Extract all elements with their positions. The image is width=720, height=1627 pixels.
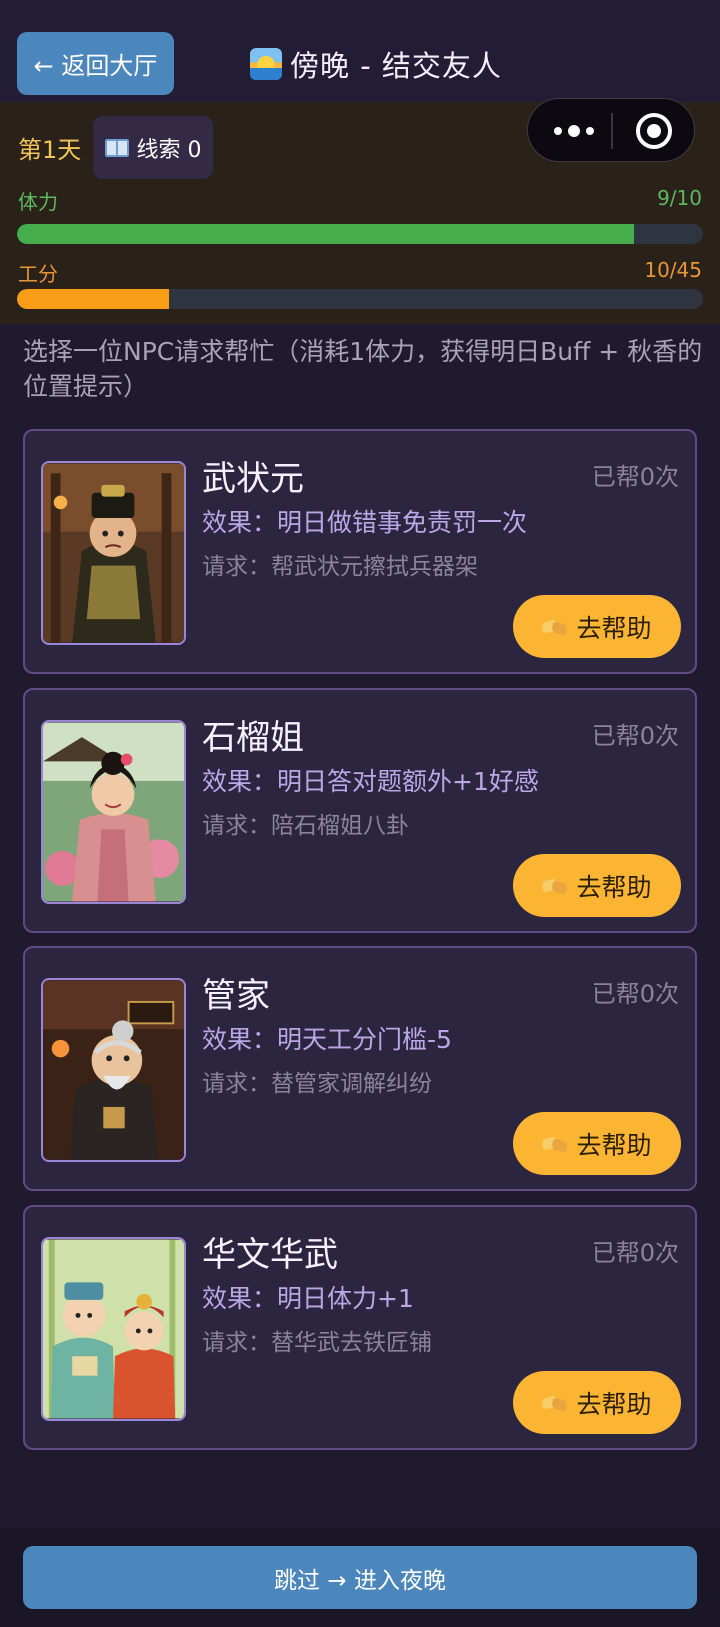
top-header: ← 返回大厅 傍晚 - 结交友人	[0, 0, 720, 102]
app-root: ← 返回大厅 傍晚 - 结交友人 第1天 线索 0 体力 9/10 工分 10/…	[0, 0, 720, 1627]
handshake-icon	[542, 1394, 568, 1412]
more-icon[interactable]	[554, 123, 594, 139]
npc-effect: 效果：明日答对题额外+1好感	[202, 767, 539, 796]
handshake-icon	[542, 618, 568, 636]
day-label: 第1天	[18, 136, 82, 164]
clue-label: 线索 0	[136, 137, 202, 163]
npc-effect: 效果：明日体力+1	[202, 1284, 414, 1313]
npc-card: 石榴姐 已帮0次 效果：明日答对题额外+1好感 请求：陪石榴姐八卦 去帮助	[23, 688, 697, 933]
stamina-bar	[17, 224, 703, 244]
help-button[interactable]: 去帮助	[513, 1371, 681, 1434]
npc-portrait-lady	[41, 720, 186, 904]
back-to-lobby-button[interactable]: ← 返回大厅	[17, 32, 174, 95]
stamina-bar-fill	[17, 224, 635, 244]
npc-request: 请求：替管家调解纠纷	[202, 1071, 432, 1097]
work-points-bar-fill	[17, 289, 170, 309]
skip-to-night-button[interactable]: 跳过 → 进入夜晚	[23, 1546, 697, 1609]
skip-button-label: 跳过 → 进入夜晚	[274, 1567, 446, 1594]
work-points-value: 10/45	[644, 258, 702, 282]
page-title: 傍晚 - 结交友人	[250, 42, 502, 86]
helped-count: 已帮0次	[591, 722, 679, 750]
npc-request: 请求：替华武去铁匠铺	[202, 1330, 432, 1356]
stamina-value: 9/10	[657, 186, 702, 210]
stamina-label: 体力	[18, 190, 58, 214]
npc-name: 武状元	[202, 459, 304, 499]
npc-effect: 效果：明天工分门槛-5	[202, 1025, 452, 1054]
help-button[interactable]: 去帮助	[513, 595, 681, 658]
work-points-label: 工分	[18, 262, 58, 286]
help-button-label: 去帮助	[576, 872, 652, 902]
npc-name: 石榴姐	[202, 718, 304, 758]
help-button-label: 去帮助	[576, 1389, 652, 1419]
back-button-label: ← 返回大厅	[33, 52, 158, 80]
npc-portrait-twins	[41, 1237, 186, 1421]
close-miniprogram-icon[interactable]	[636, 113, 672, 149]
helped-count: 已帮0次	[591, 1239, 679, 1267]
twins-portrait-image	[43, 1239, 184, 1419]
book-icon	[104, 138, 129, 157]
helped-count: 已帮0次	[591, 980, 679, 1008]
sunset-icon	[250, 48, 282, 80]
warrior-portrait-image	[43, 463, 184, 643]
butler-portrait-image	[43, 980, 184, 1160]
clue-counter[interactable]: 线索 0	[93, 116, 213, 179]
helped-count: 已帮0次	[591, 463, 679, 491]
page-title-text: 傍晚 - 结交友人	[290, 49, 502, 83]
npc-request: 请求：陪石榴姐八卦	[202, 813, 409, 839]
handshake-icon	[542, 877, 568, 895]
npc-portrait-butler	[41, 978, 186, 1162]
work-points-bar	[17, 289, 703, 309]
capsule-divider	[611, 113, 613, 149]
help-button-label: 去帮助	[576, 613, 652, 643]
npc-card: 华文华武 已帮0次 效果：明日体力+1 请求：替华武去铁匠铺 去帮助	[23, 1205, 697, 1450]
lady-portrait-image	[43, 722, 184, 902]
help-button-label: 去帮助	[576, 1130, 652, 1160]
npc-name: 管家	[202, 976, 270, 1016]
help-button[interactable]: 去帮助	[513, 1112, 681, 1175]
handshake-icon	[542, 1135, 568, 1153]
npc-effect: 效果：明日做错事免责罚一次	[202, 508, 528, 537]
npc-request: 请求：帮武状元擦拭兵器架	[202, 554, 478, 580]
npc-name: 华文华武	[202, 1235, 338, 1275]
npc-card: 管家 已帮0次 效果：明天工分门槛-5 请求：替管家调解纠纷 去帮助	[23, 946, 697, 1191]
instruction-text: 选择一位NPC请求帮忙（消耗1体力，获得明日Buff + 秋香的位置提示）	[23, 337, 703, 401]
miniprogram-capsule	[527, 98, 695, 162]
npc-card: 武状元 已帮0次 效果：明日做错事免责罚一次 请求：帮武状元擦拭兵器架 去帮助	[23, 429, 697, 674]
help-button[interactable]: 去帮助	[513, 854, 681, 917]
npc-portrait-warrior	[41, 461, 186, 645]
